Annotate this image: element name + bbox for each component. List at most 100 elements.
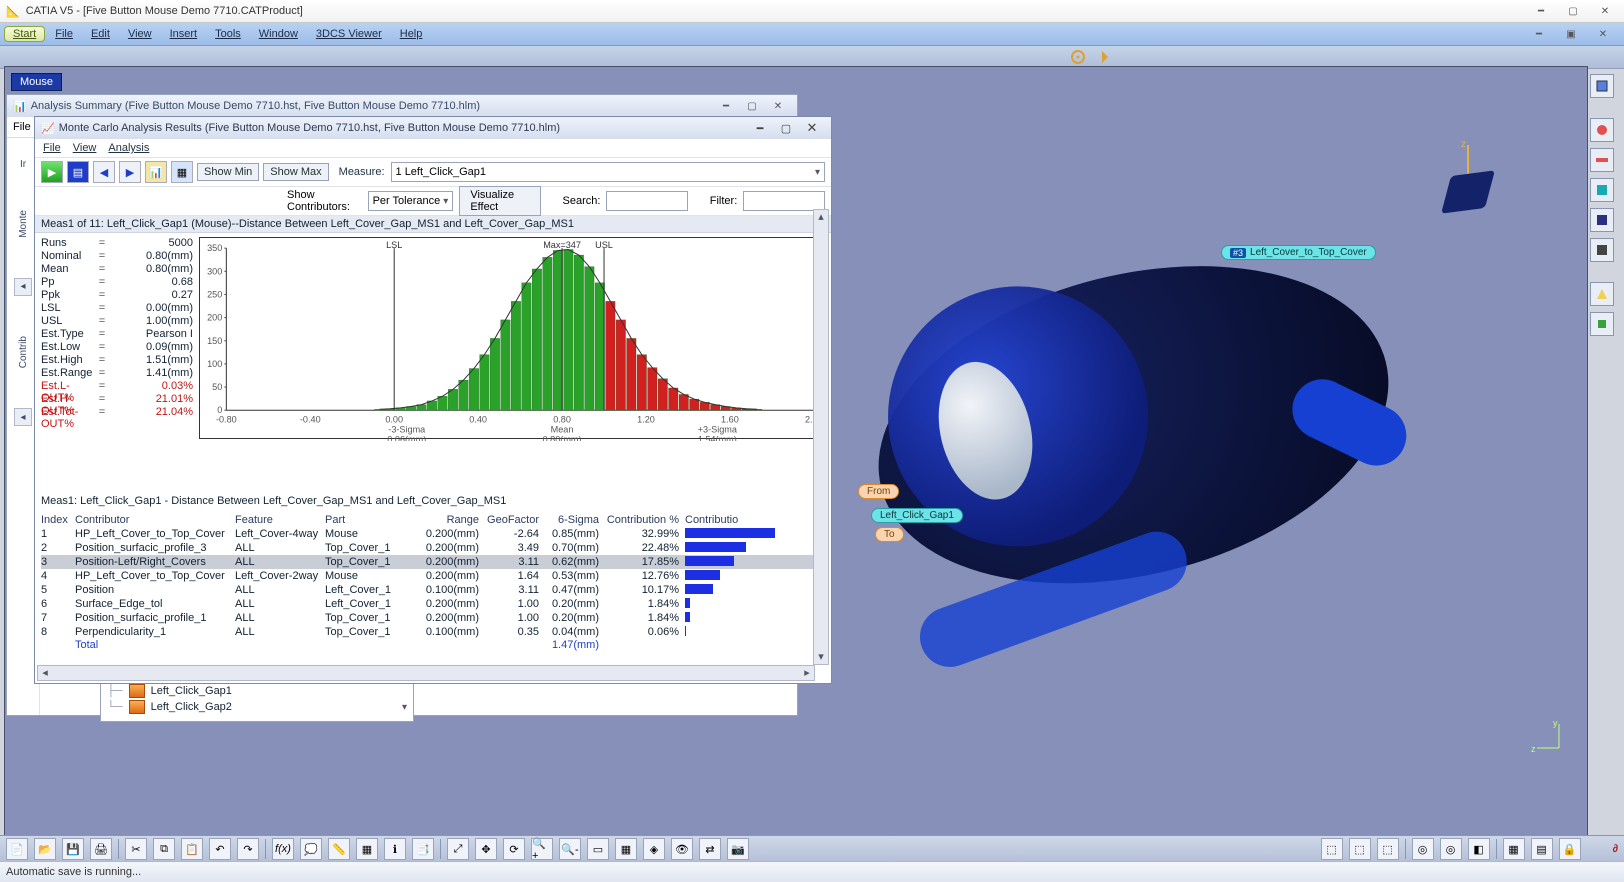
child-minimize-button[interactable]: ━ — [1526, 27, 1552, 41]
chart-icon[interactable]: 📊 — [145, 161, 167, 183]
tree-item-2[interactable]: └─ Left_Click_Gap2 — [107, 699, 407, 715]
callout-to[interactable]: To — [875, 527, 904, 542]
contrib-row[interactable]: 8Perpendicularity_1ALLTop_Cover_10.100(m… — [41, 625, 825, 639]
bt-redo[interactable]: ↷ — [237, 838, 259, 860]
right-toolbar-btn-4[interactable] — [1590, 178, 1614, 202]
bt-iso[interactable]: ◈ — [643, 838, 665, 860]
mc-maximize[interactable]: ▢ — [773, 122, 799, 135]
compass[interactable]: z — [1441, 145, 1495, 211]
bt-cut[interactable]: ✂ — [125, 838, 147, 860]
mc-horizontal-scrollbar[interactable]: ◂ ▸ — [37, 665, 815, 681]
analysis-summary-close[interactable]: ✕ — [765, 99, 791, 113]
bt-fit[interactable]: ⤢ — [447, 838, 469, 860]
bt-g9[interactable]: 🔒 — [1559, 838, 1581, 860]
bt-pan[interactable]: ✥ — [475, 838, 497, 860]
bt-zoomout[interactable]: 🔍- — [559, 838, 581, 860]
menu-edit[interactable]: Edit — [83, 26, 118, 42]
analysis-summary-maximize[interactable]: ▢ — [739, 99, 765, 113]
bt-g3[interactable]: ⬚ — [1377, 838, 1399, 860]
bt-multi[interactable]: ▦ — [615, 838, 637, 860]
tree-expand-combo[interactable] — [402, 701, 407, 713]
tree-item-1[interactable]: ├─ Left_Click_Gap1 — [107, 683, 407, 699]
callout-from[interactable]: From — [858, 484, 899, 499]
scroll-right-icon[interactable]: ▸ — [800, 666, 814, 680]
next-icon[interactable]: ▶ — [119, 161, 141, 183]
bt-formula[interactable]: f(x) — [272, 838, 294, 860]
mc-close[interactable]: ✕ — [799, 120, 825, 136]
bt-print[interactable]: 🖨 — [90, 838, 112, 860]
bt-measure[interactable]: 📏 — [328, 838, 350, 860]
analysis-summary-menu-file[interactable]: File — [13, 121, 31, 133]
visualize-effect-button[interactable]: Visualize Effect — [459, 186, 541, 216]
bt-open[interactable]: 📂 — [34, 838, 56, 860]
bt-g2[interactable]: ⬚ — [1349, 838, 1371, 860]
bt-zoomin[interactable]: 🔍+ — [531, 838, 553, 860]
bt-g8[interactable]: ▤ — [1531, 838, 1553, 860]
mc-menu-analysis[interactable]: Analysis — [108, 142, 149, 154]
contrib-row[interactable]: 5PositionALLLeft_Cover_10.100(mm)3.110.4… — [41, 583, 825, 597]
contrib-row[interactable]: 3Position-Left/Right_CoversALLTop_Cover_… — [41, 555, 825, 569]
bt-g7[interactable]: ▦ — [1503, 838, 1525, 860]
scroll-down-icon[interactable]: ▾ — [814, 650, 828, 664]
menu-start[interactable]: Start — [4, 26, 45, 42]
filter-input[interactable] — [743, 191, 825, 211]
contrib-row[interactable]: 7Position_surfacic_profile_1ALLTop_Cover… — [41, 611, 825, 625]
menu-tools[interactable]: Tools — [207, 26, 249, 42]
toolbar-icon-2[interactable] — [1100, 49, 1116, 65]
minimize-button[interactable]: ━ — [1528, 4, 1554, 18]
bt-paste[interactable]: 📋 — [181, 838, 203, 860]
bt-new[interactable]: 📄 — [6, 838, 28, 860]
child-restore-button[interactable]: ▣ — [1558, 27, 1584, 41]
scroll-left-icon[interactable]: ◂ — [38, 666, 52, 680]
mc-menu-view[interactable]: View — [73, 142, 97, 154]
bt-copy[interactable]: ⧉ — [153, 838, 175, 860]
bt-g4[interactable]: ◎ — [1412, 838, 1434, 860]
show-contributors-combo[interactable]: Per Tolerance — [368, 191, 454, 211]
measure-combo[interactable]: 1 Left_Click_Gap1 — [391, 162, 825, 182]
menu-3dcs-viewer[interactable]: 3DCS Viewer — [308, 26, 390, 42]
scroll-up-icon[interactable]: ▴ — [814, 210, 828, 224]
show-min-button[interactable]: Show Min — [197, 163, 259, 181]
bt-save[interactable]: 💾 — [62, 838, 84, 860]
prev-icon[interactable]: ◀ — [93, 161, 115, 183]
menu-view[interactable]: View — [120, 26, 160, 42]
contrib-row[interactable]: 4HP_Left_Cover_to_Top_CoverLeft_Cover-2w… — [41, 569, 825, 583]
bt-normal[interactable]: ▭ — [587, 838, 609, 860]
toolbar-icon-1[interactable] — [1070, 49, 1086, 65]
menu-help[interactable]: Help — [392, 26, 431, 42]
child-close-button[interactable]: ✕ — [1590, 27, 1616, 41]
contrib-row[interactable]: 1HP_Left_Cover_to_Top_CoverLeft_Cover-4w… — [41, 527, 825, 541]
maximize-button[interactable]: ▢ — [1560, 4, 1586, 18]
menu-window[interactable]: Window — [251, 26, 306, 42]
viewport-tree-chip[interactable]: Mouse — [11, 73, 62, 91]
mc-menu-file[interactable]: File — [43, 142, 61, 154]
play-icon[interactable]: ▶ — [41, 161, 63, 183]
bt-capture[interactable]: 📷 — [727, 838, 749, 860]
bt-g1[interactable]: ⬚ — [1321, 838, 1343, 860]
right-toolbar-btn-6[interactable] — [1590, 238, 1614, 262]
bt-rotate[interactable]: ⟳ — [503, 838, 525, 860]
callout-left-click-gap[interactable]: Left_Click_Gap1 — [871, 508, 963, 523]
bt-undo[interactable]: ↶ — [209, 838, 231, 860]
menu-file[interactable]: File — [47, 26, 81, 42]
bt-hide[interactable]: 👁 — [671, 838, 693, 860]
right-toolbar-btn-5[interactable] — [1590, 208, 1614, 232]
right-toolbar-btn-3[interactable] — [1590, 148, 1614, 172]
search-input[interactable] — [606, 191, 688, 211]
menu-insert[interactable]: Insert — [162, 26, 206, 42]
bt-table[interactable]: ▦ — [356, 838, 378, 860]
analysis-summary-minimize[interactable]: ━ — [713, 99, 739, 113]
bars-icon[interactable]: ▤ — [67, 161, 89, 183]
contrib-row[interactable]: 2Position_surfacic_profile_3ALLTop_Cover… — [41, 541, 825, 555]
bt-info[interactable]: ℹ — [384, 838, 406, 860]
right-toolbar-btn-1[interactable] — [1590, 74, 1614, 98]
right-toolbar-btn-2[interactable] — [1590, 118, 1614, 142]
bt-swap[interactable]: ⇄ — [699, 838, 721, 860]
tree-panel[interactable]: ├─ Left_Click_Gap1 └─ Left_Click_Gap2 — [100, 680, 414, 722]
bt-g6[interactable]: ◧ — [1468, 838, 1490, 860]
show-max-button[interactable]: Show Max — [263, 163, 328, 181]
analysis-left-scroll-r[interactable]: ◂ — [14, 408, 32, 426]
contrib-row[interactable]: 6Surface_Edge_tolALLLeft_Cover_10.200(mm… — [41, 597, 825, 611]
mc-minimize[interactable]: ━ — [747, 122, 773, 135]
right-toolbar-btn-8[interactable] — [1590, 312, 1614, 336]
